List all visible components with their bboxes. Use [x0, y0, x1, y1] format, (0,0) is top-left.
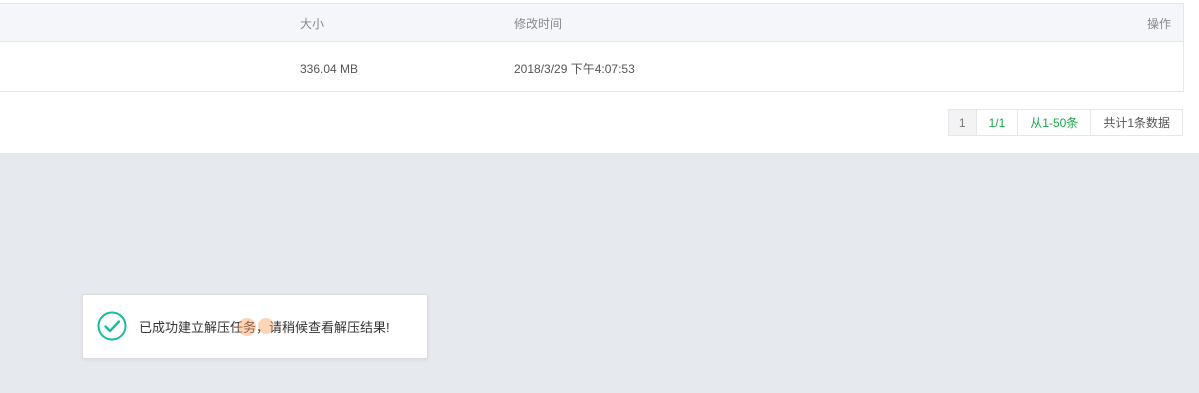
file-size-cell: 336.04 MB: [300, 62, 359, 76]
page-range-indicator: 从1-50条: [1017, 109, 1092, 136]
cursor-highlight: [238, 318, 256, 336]
column-header-actions: 操作: [1146, 17, 1171, 31]
page-of-indicator: 1/1: [975, 109, 1019, 136]
pagination: 1 1/1 从1-50条 共计1条数据: [947, 109, 1183, 136]
file-table: 大小 修改时间 操作 336.04 MB 2018/3/29 下午4:07:53: [0, 3, 1184, 92]
check-circle-icon: [97, 311, 127, 341]
table-row[interactable]: 336.04 MB 2018/3/29 下午4:07:53: [0, 42, 1183, 92]
page-current-button[interactable]: 1: [947, 109, 977, 136]
total-count-label: 共计1条数据: [1090, 109, 1183, 136]
modified-time-cell: 2018/3/29 下午4:07:53: [514, 62, 635, 76]
column-header-size[interactable]: 大小: [300, 17, 324, 31]
column-header-modified[interactable]: 修改时间: [514, 17, 562, 31]
table-header: 大小 修改时间 操作: [0, 4, 1183, 42]
cursor-highlight: [258, 318, 274, 334]
